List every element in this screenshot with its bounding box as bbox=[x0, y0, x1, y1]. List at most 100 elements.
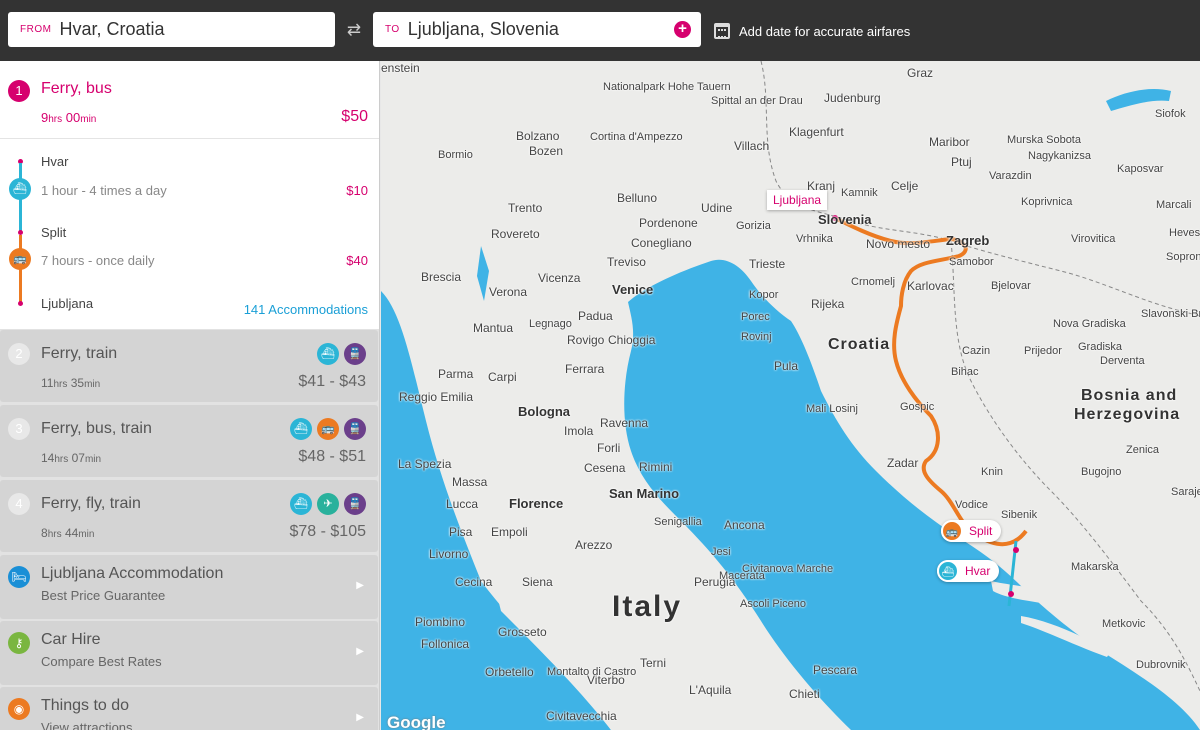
pin-split[interactable]: 🚌 Split bbox=[941, 520, 1002, 542]
map-label: Pula bbox=[774, 359, 799, 373]
promo-title: Ljubljana Accommodation bbox=[41, 565, 224, 582]
stop-hvar[interactable]: Hvar bbox=[41, 154, 68, 169]
map-label: Nagykanizsa bbox=[1028, 150, 1091, 162]
country-label-slovenia: Slovenia bbox=[818, 212, 872, 227]
route-option-4[interactable]: 4 Ferry, fly, train 8hrs 44min $78 - $10… bbox=[0, 480, 378, 552]
map-label: Prijedor bbox=[1024, 345, 1062, 357]
map-label: Knin bbox=[981, 466, 1004, 478]
promo-accommodation[interactable]: 🛏 Ljubljana Accommodation Best Price Gua… bbox=[0, 555, 378, 619]
promo-subtitle: View attractions bbox=[41, 720, 133, 730]
map-label: Gospic bbox=[900, 401, 935, 413]
stop-split[interactable]: Split bbox=[41, 225, 66, 240]
pin-ljubljana[interactable]: Ljubljana bbox=[767, 190, 828, 210]
island bbox=[829, 361, 846, 406]
map-label: Chieti bbox=[789, 687, 820, 701]
from-field[interactable]: FROM Hvar, Croatia bbox=[8, 12, 335, 47]
route-number-badge: 1 bbox=[8, 80, 30, 102]
map-label: Rovigo bbox=[567, 333, 605, 347]
pin-hvar[interactable]: ⛴ Hvar bbox=[937, 560, 1000, 582]
promo-title: Car Hire bbox=[41, 631, 101, 648]
map-label: Crnomelj bbox=[851, 276, 896, 288]
route-option-2[interactable]: 2 Ferry, train 11hrs 35min $41 - $43 ⛴ 🚆 bbox=[0, 330, 378, 402]
map-label: Nova Gradiska bbox=[1053, 318, 1126, 330]
map-label: Koprivnica bbox=[1021, 196, 1073, 208]
map-label: Derventa bbox=[1100, 355, 1145, 367]
results-sidebar: 1 Ferry, bus 9hrs 00min $50 ⛴ 🚌 Hvar 1 h… bbox=[0, 61, 380, 730]
map-label: Marcali bbox=[1156, 199, 1192, 211]
from-input[interactable]: Hvar, Croatia bbox=[59, 19, 164, 40]
route-number-badge: 4 bbox=[8, 493, 30, 515]
map-label: Virovitica bbox=[1071, 233, 1116, 245]
route-legs: ⛴ 🚌 Hvar 1 hour - 4 times a day $10 Spli… bbox=[0, 139, 379, 329]
split-marker[interactable] bbox=[1013, 547, 1019, 553]
map-label: Cesena bbox=[584, 461, 626, 475]
map-label: Cazin bbox=[962, 345, 991, 357]
train-icon: 🚆 bbox=[344, 493, 366, 515]
ferry-icon: ⛴ bbox=[317, 343, 339, 365]
map-label: Ravenna bbox=[600, 416, 649, 430]
map-label: Brescia bbox=[421, 270, 462, 284]
route-map[interactable]: enstein Graz Judenburg Spittal an der Dr… bbox=[381, 61, 1200, 730]
route-option-1[interactable]: 1 Ferry, bus 9hrs 00min $50 ⛴ 🚌 Hvar 1 h… bbox=[0, 61, 379, 329]
map-label: Empoli bbox=[491, 525, 528, 539]
map-label: San Marino bbox=[609, 486, 680, 501]
map-label: Piombino bbox=[415, 615, 466, 629]
map-label: Bologna bbox=[518, 404, 570, 419]
stop-ljubljana[interactable]: Ljubljana bbox=[41, 296, 93, 311]
map-label: Zenica bbox=[1126, 444, 1160, 456]
leg-bus-price: $40 bbox=[346, 253, 368, 268]
bus-icon: 🚌 bbox=[317, 418, 339, 440]
map-label: Parma bbox=[438, 367, 474, 381]
to-field[interactable]: TO Ljubljana, Slovenia + bbox=[373, 12, 701, 47]
map-attribution: Google bbox=[387, 713, 446, 730]
map-label: Kamnik bbox=[841, 187, 878, 199]
route-option-header[interactable]: 1 Ferry, bus 9hrs 00min $50 bbox=[0, 61, 379, 139]
plus-icon[interactable]: + bbox=[674, 21, 691, 38]
route-title: Ferry, train bbox=[41, 345, 118, 362]
map-label: Pordenone bbox=[639, 216, 698, 230]
country-label-bosnia-2: Herzegovina bbox=[1074, 406, 1181, 423]
map-label: Maribor bbox=[929, 135, 970, 149]
accommodations-link[interactable]: 141 Accommodations bbox=[244, 302, 368, 317]
route-option-3[interactable]: 3 Ferry, bus, train 14hrs 07min $48 - $5… bbox=[0, 405, 378, 477]
map-label: Carpi bbox=[488, 370, 517, 384]
map-label: Porec bbox=[741, 311, 770, 323]
route-price: $41 - $43 bbox=[298, 373, 366, 390]
map-label: Conegliano bbox=[631, 236, 692, 250]
mode-icons: ⛴ ✈ 🚆 bbox=[290, 493, 366, 515]
bus-leg-line bbox=[19, 235, 22, 305]
map-label: Ascoli Piceno bbox=[740, 598, 807, 610]
map-label: Vrhnika bbox=[796, 233, 833, 245]
map-label: Mali Losinj bbox=[806, 403, 858, 415]
map-label: Rijeka bbox=[811, 297, 845, 311]
stop-dot bbox=[18, 301, 23, 306]
hvar-marker[interactable] bbox=[1008, 591, 1014, 597]
from-label: FROM bbox=[20, 24, 52, 35]
map-label: Celje bbox=[891, 179, 919, 193]
to-input[interactable]: Ljubljana, Slovenia bbox=[408, 19, 559, 40]
map-label: Bolzano bbox=[516, 129, 560, 143]
map-label: Metkovic bbox=[1102, 618, 1146, 630]
map-label: Judenburg bbox=[824, 91, 881, 105]
route-price: $48 - $51 bbox=[298, 448, 366, 465]
map-label: Rovinj bbox=[741, 331, 772, 343]
swap-arrows-icon[interactable]: ⇄ bbox=[343, 20, 365, 40]
country-label-croatia: Croatia bbox=[828, 336, 891, 353]
map-label: Varazdin bbox=[989, 170, 1032, 182]
promo-car-hire[interactable]: ⚷ Car Hire Compare Best Rates ▶ bbox=[0, 621, 378, 685]
map-label: enstein bbox=[381, 61, 420, 75]
map-label: Ferrara bbox=[565, 362, 605, 376]
pin-hvar-label: Hvar bbox=[965, 564, 991, 578]
map-label: Orbetello bbox=[485, 665, 534, 679]
promo-things-to-do[interactable]: ◉ Things to do View attractions ▶ bbox=[0, 687, 378, 730]
map-label: Cortina d'Ampezzo bbox=[590, 131, 683, 143]
leg-ferry-info[interactable]: 1 hour - 4 times a day bbox=[41, 183, 167, 198]
add-date-button[interactable]: Add date for accurate airfares bbox=[714, 20, 910, 42]
map-label: Belluno bbox=[617, 191, 658, 205]
map-label: Spittal an der Drau bbox=[711, 95, 803, 107]
leg-bus-info[interactable]: 7 hours - once daily bbox=[41, 253, 154, 268]
map-label: Bugojno bbox=[1081, 466, 1122, 478]
map-label: Pescara bbox=[813, 663, 858, 677]
adriatic-sea bbox=[624, 259, 1200, 730]
map-label: Makarska bbox=[1071, 561, 1119, 573]
